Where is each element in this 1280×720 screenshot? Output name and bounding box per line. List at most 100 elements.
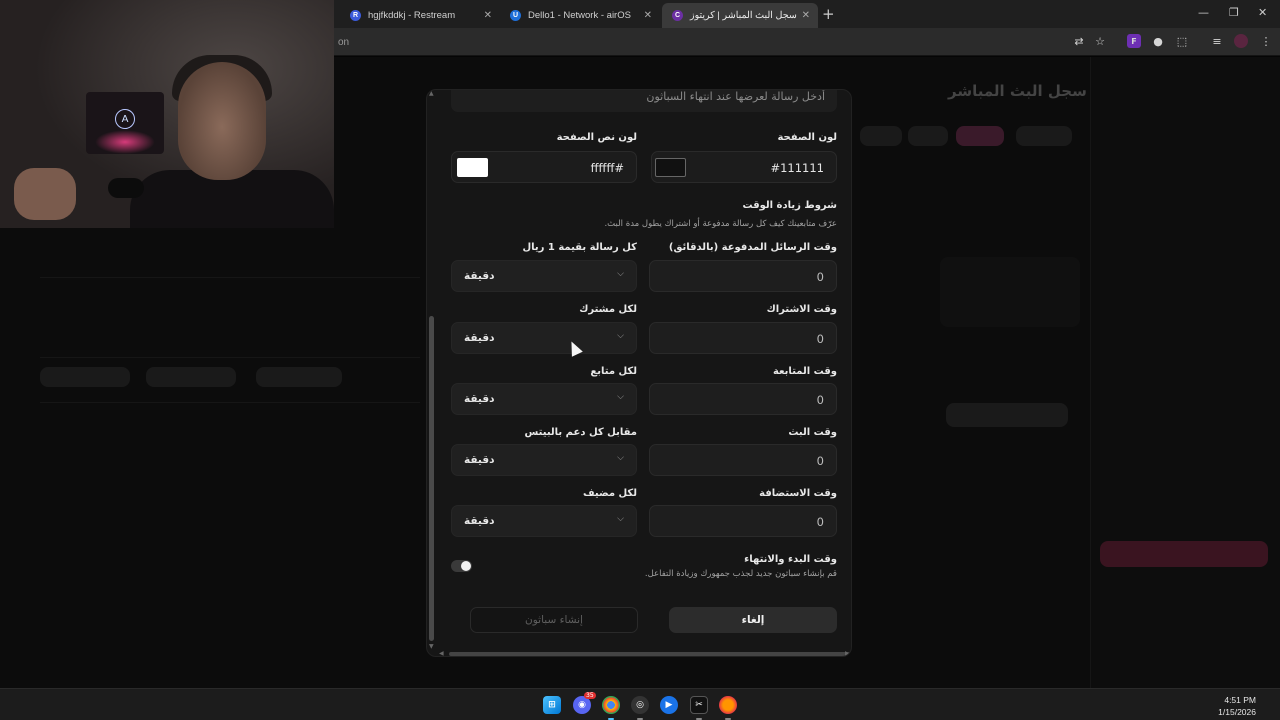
scroll-up-icon[interactable]: ▲ [429, 90, 434, 97]
input-value: 0 [816, 515, 824, 529]
modal-vertical-scrollbar[interactable] [429, 94, 434, 654]
cancel-button[interactable]: إلغاء [669, 607, 837, 633]
paid-messages-time-label: وقت الرسائل المدفوعة (بالدقائق) [668, 242, 837, 253]
page-color-swatch[interactable] [655, 158, 686, 177]
divider [40, 357, 420, 358]
bookmark-star-icon[interactable]: ☆ [1093, 34, 1107, 48]
firefox-icon[interactable] [719, 696, 737, 714]
host-time-input[interactable]: 0 [649, 505, 837, 537]
text-color-value: ffffff# [590, 161, 624, 175]
host-unit-select[interactable]: دقيقة ⌵ [451, 505, 637, 537]
create-subathon-button[interactable]: إنشاء سباثون [470, 607, 638, 633]
airos-favicon-icon: U [510, 10, 521, 21]
profile-avatar-icon[interactable] [1234, 34, 1248, 48]
window-close-icon[interactable]: ✕ [1258, 6, 1267, 19]
page-color-label: لون الصفحة [777, 132, 837, 143]
extension-cookie-icon[interactable]: ● [1151, 34, 1165, 48]
windows-taskbar: ⊞ ◉ 35 ◎ ▶ ✂ 4:51 PM 1/15/2026 [0, 688, 1280, 720]
end-message-placeholder: أدخل رسالة لعرضها عند انتهاء السباثون [646, 90, 825, 103]
close-icon[interactable]: ✕ [644, 10, 652, 21]
toolbar-pill [256, 367, 342, 387]
translate-icon[interactable]: ⇄ [1072, 34, 1086, 48]
tab-restream[interactable]: R hgjfkddkj - Restream ✕ [340, 3, 500, 28]
system-clock[interactable]: 4:51 PM 1/15/2026 [1218, 694, 1256, 718]
webcam-streamer-face [178, 62, 266, 180]
subscription-unit-label: لكل مشترك [579, 304, 637, 315]
chrome-icon[interactable] [602, 696, 620, 714]
follow-time-label: وقت المتابعة [772, 366, 837, 377]
extension-f-icon[interactable]: F [1127, 34, 1141, 48]
menu-kebab-icon[interactable]: ⋮ [1259, 34, 1273, 48]
text-color-label: لون نص الصفحة [556, 132, 637, 143]
bits-unit-select[interactable]: دقيقة ⌵ [451, 444, 637, 476]
start-end-description: قم بإنشاء سباثون جديد لجذب جمهورك وزيادة… [644, 569, 837, 579]
page-title: سجل البث المباشر [948, 82, 1087, 100]
webcam-overlay: A [0, 0, 334, 228]
close-icon[interactable]: ✕ [802, 10, 810, 21]
media-control-icon[interactable]: ≡ [1210, 34, 1224, 48]
creators-favicon-icon: C [672, 10, 683, 21]
scroll-left-icon[interactable]: ◀ [439, 650, 444, 656]
divider [40, 402, 420, 403]
scrollbar-thumb[interactable] [429, 316, 434, 641]
page-color-field[interactable]: #111111 [651, 151, 837, 183]
follow-time-input[interactable]: 0 [649, 383, 837, 415]
input-value: 0 [816, 270, 824, 284]
select-value: دقيقة [464, 332, 495, 344]
new-tab-icon[interactable]: + [822, 5, 835, 23]
obs-icon[interactable]: ◎ [631, 696, 649, 714]
end-message-textarea[interactable]: أدخل رسالة لعرضها عند انتهاء السباثون [451, 90, 837, 112]
start-end-toggle[interactable] [451, 560, 472, 572]
time-section-description: عرّف متابعينك كيف كل رسالة مدفوعة أو اشت… [604, 219, 837, 229]
paid-messages-time-input[interactable]: 0 [649, 260, 837, 292]
input-value: 0 [816, 454, 824, 468]
subathon-modal: ▲ ▼ ◀ ▶ أدخل رسالة لعرضها عند انتهاء الس… [426, 89, 852, 657]
filter-pill [1016, 126, 1072, 146]
scroll-down-icon[interactable]: ▼ [429, 643, 434, 650]
webcam-rgb-glow [95, 130, 155, 154]
bits-unit-label: مقابل كل دعم بالبيتس [524, 427, 637, 438]
modal-horizontal-scrollbar[interactable] [449, 652, 851, 656]
page-color-value: #111111 [770, 161, 824, 175]
minimize-icon[interactable]: — [1198, 6, 1209, 19]
toolbar-pill [946, 403, 1068, 427]
background-sidebar [1090, 57, 1280, 688]
close-icon[interactable]: ✕ [484, 10, 492, 21]
clock-date: 1/15/2026 [1218, 707, 1256, 717]
text-color-swatch[interactable] [457, 158, 488, 177]
select-value: دقيقة [464, 515, 495, 527]
chevron-down-icon: ⌵ [617, 269, 624, 279]
stat-card [940, 257, 1080, 327]
capcut-icon[interactable]: ✂ [690, 696, 708, 714]
follow-unit-select[interactable]: دقيقة ⌵ [451, 383, 637, 415]
subscription-time-input[interactable]: 0 [649, 322, 837, 354]
tab-label: Dello1 - Network - airOS [528, 10, 631, 21]
restream-favicon-icon: R [350, 10, 361, 21]
clock-time: 4:51 PM [1224, 695, 1256, 705]
toggle-knob [461, 561, 471, 571]
stream-time-label: وقت البث [788, 427, 837, 438]
stream-time-input[interactable]: 0 [649, 444, 837, 476]
time-section-title: شروط زيادة الوقت [742, 200, 837, 211]
select-value: دقيقة [464, 454, 495, 466]
input-value: 0 [816, 393, 824, 407]
webcam-microphone [108, 178, 144, 198]
select-value: دقيقة [464, 270, 495, 282]
filter-pill [908, 126, 948, 146]
toolbar-pill [40, 367, 130, 387]
address-bar[interactable]: on [338, 31, 1118, 53]
text-color-field[interactable]: ffffff# [451, 151, 637, 183]
windows-start-icon[interactable]: ⊞ [543, 696, 561, 714]
tab-airos[interactable]: U Dello1 - Network - airOS ✕ [500, 3, 660, 28]
paid-messages-unit-select[interactable]: دقيقة ⌵ [451, 260, 637, 292]
address-text: on [338, 36, 350, 48]
tab-creators[interactable]: C سجل البث المباشر | كريتوز ✕ [662, 3, 818, 28]
filter-pill [956, 126, 1004, 146]
subscription-unit-select[interactable]: دقيقة ⌵ [451, 322, 637, 354]
scroll-right-icon[interactable]: ▶ [845, 650, 850, 656]
webcam-streamer-hand [14, 168, 76, 220]
maximize-icon[interactable]: ❐ [1229, 6, 1239, 19]
streamlabs-icon[interactable]: ▶ [660, 696, 678, 714]
extensions-puzzle-icon[interactable]: ⬚ [1175, 34, 1189, 48]
discord-badge: 35 [584, 692, 596, 699]
